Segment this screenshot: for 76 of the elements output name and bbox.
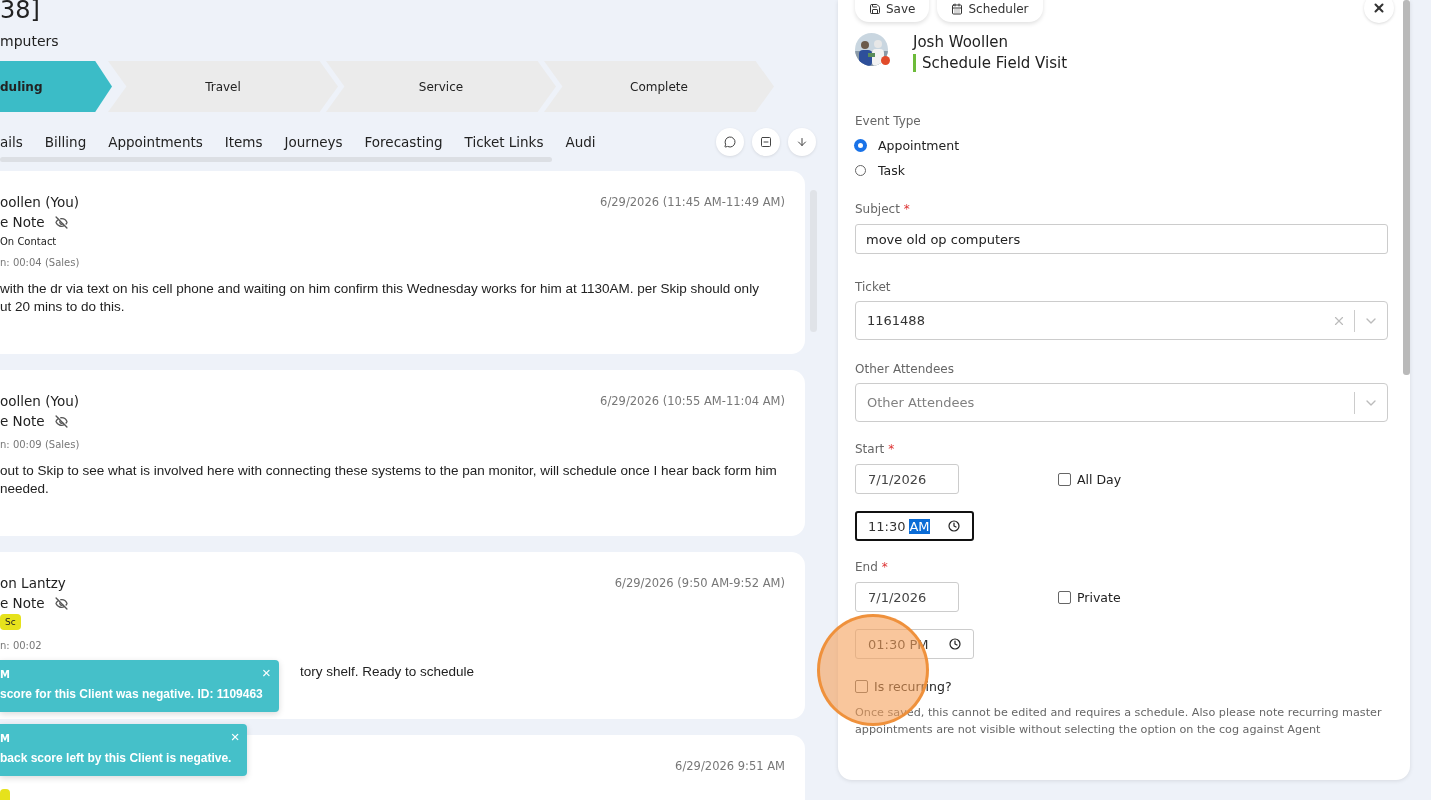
clock-icon xyxy=(948,520,960,532)
page-subtitle: mputers xyxy=(0,33,60,49)
tab[interactable]: ails xyxy=(0,134,23,150)
note-body: out to Skip to see what is involved here with connecting these systems to the pan monitor, will schedule once I hear back form him needed. xyxy=(0,462,777,498)
arrow-down-icon xyxy=(796,136,808,148)
radio-option[interactable]: Appointment xyxy=(855,138,1388,153)
toast-title: M xyxy=(0,732,10,745)
save-button[interactable]: Save xyxy=(855,0,930,22)
date-field[interactable]: 7/1/2026 xyxy=(855,464,959,494)
attendees-select[interactable]: Other Attendees xyxy=(855,383,1388,422)
tab[interactable]: Journeys xyxy=(284,134,343,150)
checkbox[interactable]: Private xyxy=(1058,589,1121,605)
collapse-button[interactable] xyxy=(752,128,780,156)
progress-step[interactable]: duling xyxy=(0,61,112,112)
tab[interactable]: Appointments xyxy=(108,134,203,150)
clock-icon xyxy=(949,638,961,650)
field-label: End * xyxy=(855,560,889,574)
radio-button[interactable] xyxy=(855,165,866,176)
note-type: e Note xyxy=(0,413,45,429)
close-icon xyxy=(1372,1,1386,15)
toast-message: score for this Client was negative. ID: 1109463 xyxy=(0,687,263,702)
progress-step[interactable]: Complete xyxy=(544,61,774,112)
note-type: e Note xyxy=(0,214,45,230)
progress-step[interactable]: Service xyxy=(326,61,556,112)
note-date: 6/29/2026 (10:55 AM-11:04 AM) xyxy=(600,394,785,408)
progress-step[interactable]: Travel xyxy=(108,61,338,112)
chat-icon xyxy=(724,136,736,148)
note-date: 6/29/2026 (9:50 AM-9:52 AM) xyxy=(614,576,785,590)
tab[interactable]: Ticket Links xyxy=(464,134,544,150)
field-label: Ticket xyxy=(855,280,892,294)
scroll-down-button[interactable] xyxy=(788,128,816,156)
scheduler-button[interactable]: Scheduler xyxy=(937,0,1043,22)
ticket-select[interactable]: 1161488 xyxy=(855,301,1388,340)
required-mark: * xyxy=(888,442,895,456)
note-type: e Note xyxy=(0,595,45,611)
required-mark: * xyxy=(903,202,910,216)
subject-field[interactable]: move old op computers xyxy=(855,224,1388,254)
checkbox[interactable]: All Day xyxy=(1058,471,1122,487)
comment-button[interactable] xyxy=(716,128,744,156)
field-label: Other Attendees xyxy=(855,362,955,376)
note-tag: Sc xyxy=(0,614,21,630)
note-duration: n: 00:04 (Sales) xyxy=(0,257,81,268)
field-label: Subject * xyxy=(855,202,911,216)
radio-option[interactable]: Task xyxy=(855,163,1388,178)
tab[interactable]: Billing xyxy=(44,134,87,150)
tab[interactable]: Items xyxy=(224,134,263,150)
note-author: oollen (You) xyxy=(0,193,80,211)
toast-message: back score left by this Client is negative. xyxy=(0,751,232,766)
field-label: Start * xyxy=(855,442,896,456)
help-text: Once saved, this cannot be edited and requires a schedule. Also please note recurring master appointments are not visible without selecting the option on the cog against Agent xyxy=(855,705,1383,738)
note-contact: On Contact xyxy=(0,236,58,247)
note-body: with the dr via text on his cell phone and waiting on him confirm this Wednesday works for him at 1130AM. per Skip should only ut 20 mins to do this. xyxy=(0,280,759,316)
note-date: 6/29/2026 (11:45 AM-11:49 AM) xyxy=(600,195,785,209)
tab[interactable]: Forecasting xyxy=(364,134,443,150)
user-name: Josh Woollen xyxy=(913,33,1010,51)
note-body: tory shelf. Ready to schedule xyxy=(300,663,475,681)
scrollbar-thumb[interactable] xyxy=(1403,0,1410,375)
activity-title: Schedule Field Visit xyxy=(913,54,1068,72)
tab[interactable]: Audi xyxy=(565,134,596,150)
calendar-icon xyxy=(951,2,964,15)
note-author: oollen (You) xyxy=(0,392,80,410)
required-mark: * xyxy=(881,560,888,574)
minus-square-icon xyxy=(760,136,772,148)
note-duration: n: 00:09 (Sales) xyxy=(0,439,81,450)
date-field[interactable]: 7/1/2026 xyxy=(855,582,959,612)
field-label: Event Type xyxy=(855,114,922,128)
time-field[interactable]: 11:30 AM xyxy=(855,511,974,541)
note-date: 6/29/2026 9:51 AM xyxy=(675,759,785,773)
status-dot xyxy=(881,56,890,65)
save-icon xyxy=(869,2,881,15)
toast-title: M xyxy=(0,668,10,681)
radio-button[interactable] xyxy=(855,140,866,151)
note-duration: n: 00:02 xyxy=(0,640,43,651)
page-title: 38] xyxy=(0,0,41,23)
close-button[interactable] xyxy=(1364,0,1394,23)
note-author: on Lantzy xyxy=(0,574,67,592)
